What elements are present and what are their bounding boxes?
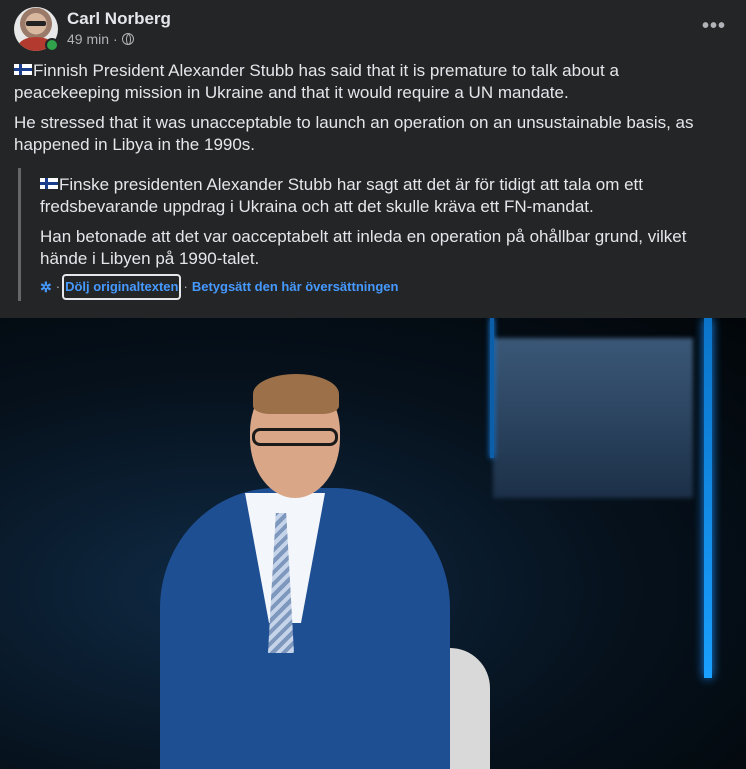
online-status-indicator [45, 38, 59, 52]
link-separator: · [183, 279, 188, 294]
original-paragraph: Han betonade att det var oacceptabelt at… [40, 227, 687, 268]
post-meta: 49 min · [67, 31, 134, 47]
hair [253, 374, 339, 414]
translation-controls: ✲ · Dölj originaltexten · Betygsätt den … [40, 274, 730, 300]
stage-light [490, 318, 494, 458]
gear-icon[interactable]: ✲ [40, 276, 52, 298]
stage-light [704, 318, 712, 678]
hide-original-link[interactable]: Dölj originaltexten [62, 274, 182, 300]
post-time[interactable]: 49 min [67, 31, 109, 47]
original-paragraph: Finske presidenten Alexander Stubb har s… [40, 175, 644, 216]
post-photo[interactable] [0, 318, 746, 769]
meta-separator: · [113, 31, 118, 47]
post-paragraph: He stressed that it was unacceptable to … [14, 113, 694, 154]
post-paragraph: Finnish President Alexander Stubb has sa… [14, 61, 619, 102]
post-text: Finnish President Alexander Stubb has sa… [14, 60, 729, 164]
finland-flag-icon [40, 178, 58, 189]
glasses [252, 428, 338, 446]
post-card: Carl Norberg 49 min · ••• Finnish Presid… [0, 0, 746, 769]
rate-translation-link[interactable]: Betygsätt den här översättningen [192, 276, 399, 298]
background-screen [493, 338, 693, 498]
finland-flag-icon [14, 64, 32, 75]
link-separator: · [55, 279, 61, 294]
original-text-block: Finske presidenten Alexander Stubb har s… [18, 168, 730, 301]
more-options-button[interactable]: ••• [702, 14, 726, 38]
author-name[interactable]: Carl Norberg [67, 9, 171, 29]
globe-icon[interactable] [121, 33, 134, 45]
